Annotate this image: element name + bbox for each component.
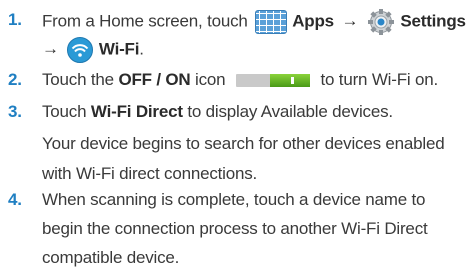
- step-4-line-1: When scanning is complete, touch a devic…: [42, 190, 426, 209]
- step-1-line-1: From a Home screen, touch Apps → Setting…: [42, 8, 466, 36]
- step-number: 1.: [8, 10, 22, 29]
- apps-grid-icon: [255, 10, 288, 34]
- settings-label: Settings: [400, 11, 466, 31]
- period: .: [139, 39, 144, 59]
- step-2-line-1: Touch the OFF / ON icon to turn Wi-Fi on…: [42, 68, 438, 92]
- arrow-icon: →: [341, 11, 359, 31]
- apps-label: Apps: [292, 11, 334, 31]
- step-number: 3.: [8, 102, 22, 121]
- step-text: to display Available devices.: [187, 102, 393, 121]
- step-1-line-2: → Wi-Fi.: [42, 36, 144, 64]
- step-3-line-1: Touch Wi-Fi Direct to display Available …: [42, 100, 393, 124]
- off-on-label: OFF / ON: [118, 70, 191, 89]
- step-text: Touch: [42, 102, 87, 121]
- step-text: From a Home screen, touch: [42, 11, 248, 31]
- on-off-toggle-icon: [235, 74, 310, 88]
- step-number: 2.: [8, 70, 22, 89]
- step-text: icon: [195, 70, 226, 89]
- wifi-direct-label: Wi-Fi Direct: [90, 102, 183, 121]
- toggle-on-segment: [269, 74, 310, 88]
- instruction-document: 1. From a Home screen, touch Apps → Sett…: [0, 0, 472, 280]
- wifi-icon: [66, 36, 94, 64]
- gear-icon: [366, 8, 396, 36]
- step-3-line-3: with Wi-Fi direct connections.: [42, 164, 258, 183]
- step-number: 4.: [8, 190, 22, 209]
- toggle-marker: [290, 77, 294, 85]
- step-4-line-3: compatible device.: [42, 248, 180, 267]
- step-text: Touch the: [42, 70, 114, 89]
- step-text: to turn Wi-Fi on.: [320, 70, 439, 89]
- step-3-line-2: Your device begins to search for other d…: [42, 134, 445, 153]
- arrow-icon: →: [42, 39, 59, 59]
- wifi-label: Wi-Fi: [98, 39, 140, 59]
- step-4-line-2: begin the connection process to another …: [42, 219, 428, 238]
